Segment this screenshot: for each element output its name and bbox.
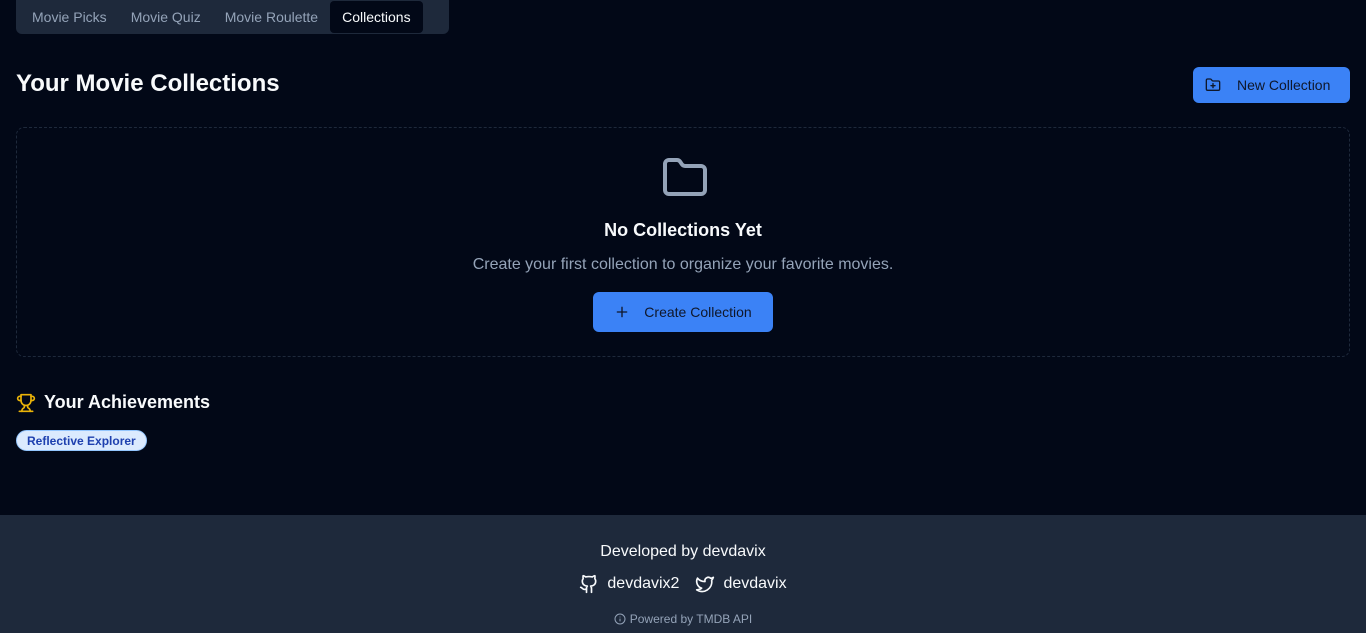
new-collection-button[interactable]: New Collection — [1193, 67, 1350, 103]
powered-by: Powered by TMDB API — [0, 612, 1366, 626]
folder-plus-icon — [1205, 78, 1221, 91]
main-tabs: Movie Picks Movie Quiz Movie Roulette Co… — [16, 0, 449, 34]
trophy-icon — [16, 393, 36, 412]
empty-collections-panel: No Collections Yet Create your first col… — [16, 127, 1350, 357]
plus-icon — [616, 306, 628, 318]
twitter-username: devdavix — [723, 575, 787, 592]
page-title: Your Movie Collections — [16, 70, 280, 97]
github-icon — [580, 574, 597, 594]
tab-movie-roulette[interactable]: Movie Roulette — [213, 1, 330, 33]
achievement-badge: Reflective Explorer — [16, 430, 147, 451]
footer: Developed by devdavix devdavix2 devdavix… — [0, 515, 1366, 633]
tab-movie-picks[interactable]: Movie Picks — [20, 1, 119, 33]
empty-state-title: No Collections Yet — [604, 220, 762, 240]
achievements-heading: Your Achievements — [16, 392, 210, 413]
github-username: devdavix2 — [607, 575, 680, 592]
info-icon — [614, 613, 626, 625]
social-links: devdavix2 devdavix — [0, 574, 1366, 594]
new-collection-label: New Collection — [1237, 77, 1331, 93]
github-link[interactable]: devdavix2 — [579, 574, 679, 594]
empty-state-description: Create your first collection to organize… — [472, 256, 894, 273]
twitter-link[interactable]: devdavix — [695, 574, 787, 594]
tab-movie-quiz[interactable]: Movie Quiz — [119, 1, 213, 33]
powered-by-text: Powered by TMDB API — [629, 612, 753, 626]
developed-by: Developed by devdavix — [600, 543, 766, 560]
folder-icon — [663, 158, 707, 196]
create-collection-button[interactable]: Create Collection — [593, 292, 773, 332]
twitter-icon — [696, 576, 715, 593]
create-collection-label: Create Collection — [644, 304, 752, 320]
achievements-title: Your Achievements — [44, 392, 211, 412]
tab-collections[interactable]: Collections — [330, 1, 423, 33]
